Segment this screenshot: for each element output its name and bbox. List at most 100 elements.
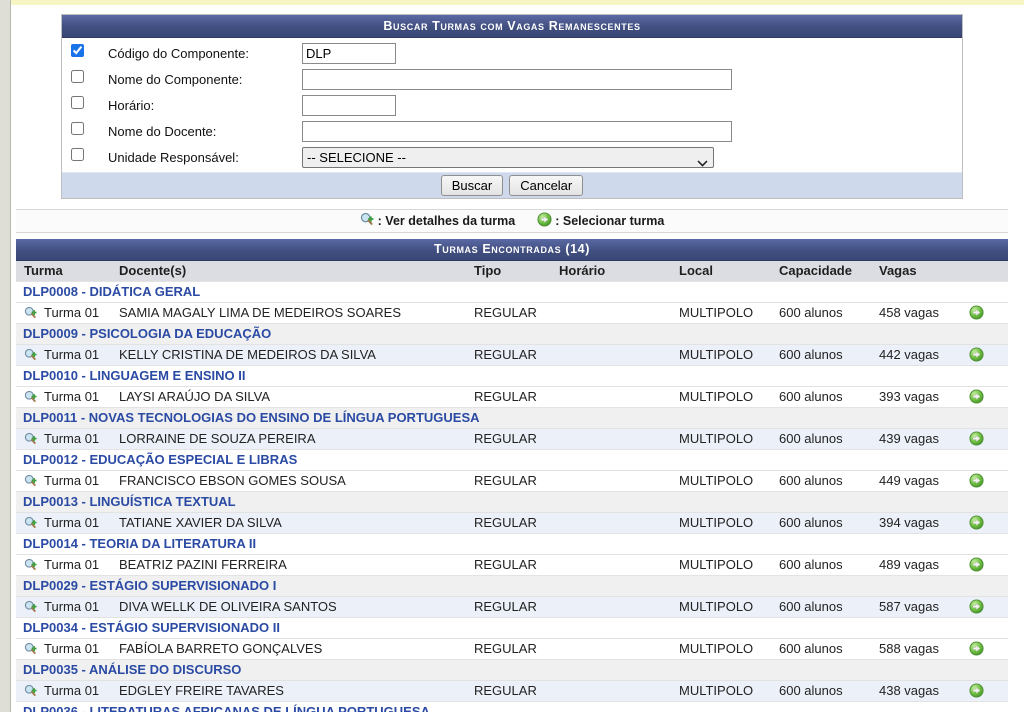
horario-cell: [551, 345, 671, 366]
view-details-icon[interactable]: [24, 429, 44, 449]
tipo-cell: REGULAR: [466, 387, 551, 408]
component-title: DLP0034 - ESTÁGIO SUPERVISIONADO II: [23, 620, 280, 635]
select-turma-icon[interactable]: [969, 387, 984, 407]
nome-docente-checkbox[interactable]: [71, 122, 84, 135]
turma-label: Turma 01: [44, 599, 99, 614]
docente-cell: SAMIA MAGALY LIMA DE MEDEIROS SOARES: [111, 303, 466, 324]
vagas-cell: 458 vagas: [871, 303, 961, 324]
col-header-docentes: Docente(s): [111, 261, 466, 282]
component-group-row: DLP0009 - PSICOLOGIA DA EDUCAÇÃO: [16, 324, 1008, 345]
local-cell: MULTIPOLO: [671, 345, 771, 366]
unidade-checkbox[interactable]: [71, 148, 84, 161]
horario-cell: [551, 429, 671, 450]
select-turma-icon[interactable]: [969, 471, 984, 491]
component-group-row: DLP0035 - ANÁLISE DO DISCURSO: [16, 660, 1008, 681]
turma-row: Turma 01 TATIANE XAVIER DA SILVA REGULAR…: [16, 513, 1008, 534]
view-details-icon[interactable]: [24, 555, 44, 575]
vagas-cell: 588 vagas: [871, 639, 961, 660]
component-group-row: DLP0014 - TEORIA DA LITERATURA II: [16, 534, 1008, 555]
codigo-label: Código do Componente:: [108, 46, 302, 61]
form-row-codigo: Código do Componente:: [62, 40, 962, 66]
select-turma-icon[interactable]: [969, 597, 984, 617]
results-table-header: Turma Docente(s) Tipo Horário Local Capa…: [16, 261, 1008, 282]
tipo-cell: REGULAR: [466, 303, 551, 324]
horario-checkbox[interactable]: [71, 96, 84, 109]
turma-label: Turma 01: [44, 431, 99, 446]
view-details-icon[interactable]: [24, 681, 44, 701]
view-details-icon[interactable]: [24, 597, 44, 617]
component-title: DLP0010 - LINGUAGEM E ENSINO II: [23, 368, 246, 383]
select-turma-icon[interactable]: [969, 429, 984, 449]
select-turma-icon[interactable]: [969, 681, 984, 701]
horario-input[interactable]: [302, 95, 396, 116]
turma-row: Turma 01 SAMIA MAGALY LIMA DE MEDEIROS S…: [16, 303, 1008, 324]
local-cell: MULTIPOLO: [671, 429, 771, 450]
tipo-cell: REGULAR: [466, 555, 551, 576]
select-turma-icon[interactable]: [969, 639, 984, 659]
nome-componente-input[interactable]: [302, 69, 732, 90]
horario-cell: [551, 471, 671, 492]
turma-row: Turma 01 LAYSI ARAÚJO DA SILVA REGULAR M…: [16, 387, 1008, 408]
tipo-cell: REGULAR: [466, 471, 551, 492]
component-group-row: DLP0029 - ESTÁGIO SUPERVISIONADO I: [16, 576, 1008, 597]
docente-cell: FRANCISCO EBSON GOMES SOUSA: [111, 471, 466, 492]
component-group-row: DLP0010 - LINGUAGEM E ENSINO II: [16, 366, 1008, 387]
legend-select-turma: : Selecionar turma: [537, 212, 664, 230]
unidade-select[interactable]: -- SELECIONE --: [302, 147, 714, 168]
turma-label: Turma 01: [44, 683, 99, 698]
view-details-icon[interactable]: [24, 345, 44, 365]
view-details-icon[interactable]: [24, 513, 44, 533]
vagas-cell: 394 vagas: [871, 513, 961, 534]
codigo-input[interactable]: [302, 43, 396, 64]
docente-cell: FABÍOLA BARRETO GONÇALVES: [111, 639, 466, 660]
search-form-title: Buscar Turmas com Vagas Remanescentes: [62, 15, 962, 38]
local-cell: MULTIPOLO: [671, 639, 771, 660]
nome-componente-checkbox[interactable]: [71, 70, 84, 83]
tipo-cell: REGULAR: [466, 639, 551, 660]
component-group-row: DLP0008 - DIDÁTICA GERAL: [16, 282, 1008, 303]
horario-label: Horário:: [108, 98, 302, 113]
col-header-vagas: Vagas: [871, 261, 961, 282]
turma-label: Turma 01: [44, 473, 99, 488]
results-section: Turmas Encontradas (14) Turma Docente(s)…: [16, 239, 1008, 712]
turma-label: Turma 01: [44, 347, 99, 362]
buscar-button[interactable]: Buscar: [441, 175, 503, 196]
select-turma-icon[interactable]: [969, 555, 984, 575]
local-cell: MULTIPOLO: [671, 471, 771, 492]
turma-row: Turma 01 KELLY CRISTINA DE MEDEIROS DA S…: [16, 345, 1008, 366]
vagas-cell: 438 vagas: [871, 681, 961, 702]
codigo-checkbox[interactable]: [71, 44, 84, 57]
component-title: DLP0035 - ANÁLISE DO DISCURSO: [23, 662, 241, 677]
tipo-cell: REGULAR: [466, 513, 551, 534]
view-details-icon[interactable]: [24, 387, 44, 407]
top-highlight-strip: [11, 0, 1024, 5]
tipo-cell: REGULAR: [466, 429, 551, 450]
tipo-cell: REGULAR: [466, 681, 551, 702]
form-row-horario: Horário:: [62, 92, 962, 118]
select-turma-icon[interactable]: [969, 345, 984, 365]
capacidade-cell: 600 alunos: [771, 429, 871, 450]
capacidade-cell: 600 alunos: [771, 387, 871, 408]
component-group-row: DLP0013 - LINGUÍSTICA TEXTUAL: [16, 492, 1008, 513]
component-group-row: DLP0034 - ESTÁGIO SUPERVISIONADO II: [16, 618, 1008, 639]
turma-row: Turma 01 DIVA WELLK DE OLIVEIRA SANTOS R…: [16, 597, 1008, 618]
turma-label: Turma 01: [44, 389, 99, 404]
docente-cell: EDGLEY FREIRE TAVARES: [111, 681, 466, 702]
form-footer: Buscar Cancelar: [62, 172, 962, 198]
turma-row: Turma 01 LORRAINE DE SOUZA PEREIRA REGUL…: [16, 429, 1008, 450]
horario-cell: [551, 681, 671, 702]
page: Buscar Turmas com Vagas Remanescentes Có…: [0, 0, 1024, 712]
turma-row: Turma 01 FABÍOLA BARRETO GONÇALVES REGUL…: [16, 639, 1008, 660]
cancelar-button[interactable]: Cancelar: [509, 175, 583, 196]
vagas-cell: 449 vagas: [871, 471, 961, 492]
view-details-icon[interactable]: [24, 303, 44, 323]
nome-docente-input[interactable]: [302, 121, 732, 142]
view-details-icon[interactable]: [24, 639, 44, 659]
select-turma-icon[interactable]: [969, 303, 984, 323]
select-turma-icon[interactable]: [969, 513, 984, 533]
tipo-cell: REGULAR: [466, 345, 551, 366]
legend-view-details: : Ver detalhes da turma: [360, 212, 516, 230]
vagas-cell: 587 vagas: [871, 597, 961, 618]
form-row-nome-docente: Nome do Docente:: [62, 118, 962, 144]
view-details-icon[interactable]: [24, 471, 44, 491]
